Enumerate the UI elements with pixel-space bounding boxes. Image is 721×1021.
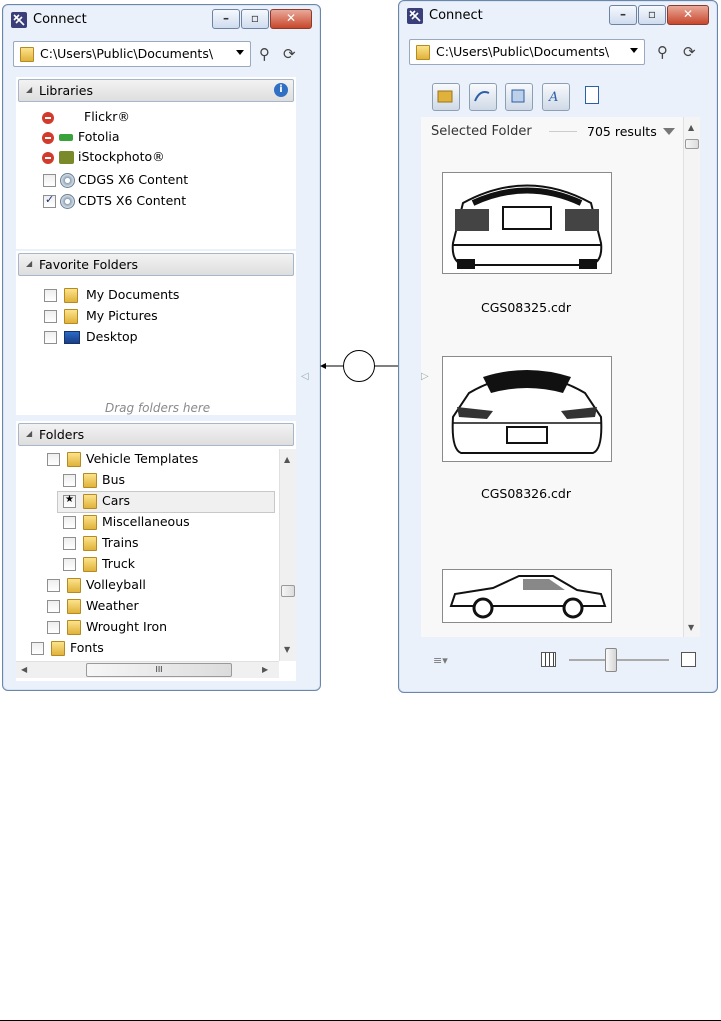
scroll-thumb[interactable] [685,139,699,149]
car-rear-view-image [451,184,603,269]
expand-panel-arrow-icon[interactable]: ▷ [421,371,429,382]
bitmap-filter-button[interactable] [505,83,533,111]
car-side-view-image [449,575,607,619]
thumbnail-partial-car[interactable] [442,569,612,623]
thumbnail-cgs08325[interactable] [442,172,612,274]
search-icon[interactable]: ⚲ [657,43,668,61]
path-dropdown[interactable]: C:\Users\Public\Documents\ [409,39,645,65]
connect-app-icon [407,8,423,24]
close-button[interactable]: ✕ [667,5,709,25]
thumbnail-size-slider-track[interactable] [569,659,669,661]
sort-dropdown-arrow-icon[interactable] [663,128,675,135]
window-title: Connect [429,8,483,23]
thumbnail-size-slider-thumb[interactable] [605,648,617,672]
maximize-button[interactable]: ▫ [638,5,666,25]
folder-view-button[interactable] [432,83,460,111]
callout-circle [343,350,375,382]
thumbnail-filename: CGS08326.cdr [480,486,572,501]
scroll-down-arrow-icon[interactable]: ▼ [688,623,694,632]
view-options-icon[interactable]: ≡▾ [433,654,448,667]
scroll-up-arrow-icon[interactable]: ▲ [688,123,694,132]
document-icon[interactable] [585,86,599,104]
refresh-icon[interactable]: ⟳ [683,43,696,61]
selected-folder-label: Selected Folder [431,124,532,139]
bottom-toolbar: ≡▾ [421,646,699,674]
separator-line [549,131,577,132]
path-text: C:\Users\Public\Documents\ [436,44,610,59]
thumbnail-cgs08326[interactable] [442,356,612,462]
font-icon: A [548,90,558,105]
car-front-view-image [451,370,603,454]
chevron-down-icon[interactable] [630,48,638,53]
small-thumbnails-icon[interactable] [541,652,556,667]
svg-text:A: A [548,90,558,105]
results-vertical-scrollbar[interactable]: ▲ ▼ [683,117,700,637]
minimize-button[interactable]: – [609,5,637,25]
title-bar[interactable]: Connect – ▫ ✕ [399,1,717,31]
vector-curve-icon [474,91,490,102]
bitmap-icon [511,89,525,103]
folder-view-icon [437,90,453,103]
thumbnail-filename: CGS08325.cdr [480,300,572,315]
font-filter-button[interactable]: A [542,83,570,111]
vector-filter-button[interactable] [469,83,497,111]
results-count: 705 results [587,124,657,139]
folder-icon [416,45,430,60]
large-thumbnails-icon[interactable] [681,652,696,667]
